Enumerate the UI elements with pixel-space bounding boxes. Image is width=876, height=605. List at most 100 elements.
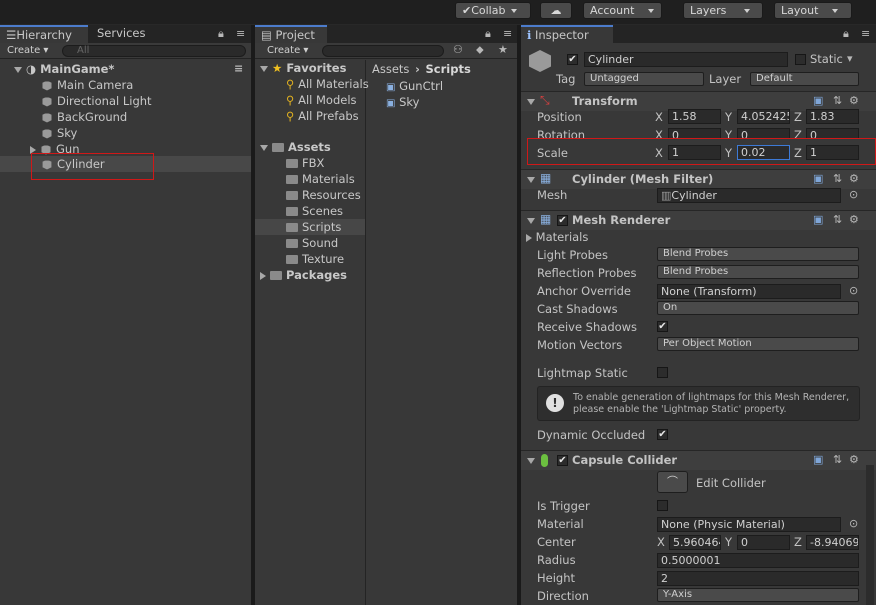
menu-icon[interactable]: ≡: [236, 28, 245, 40]
object-picker-icon[interactable]: ⊙: [849, 285, 858, 297]
chevron-down-icon[interactable]: ▾: [847, 53, 853, 65]
expand-icon[interactable]: [260, 65, 268, 72]
label-icon[interactable]: ⬥: [476, 44, 484, 56]
cloud-button[interactable]: ☁: [540, 2, 572, 19]
scale-y-field[interactable]: 0.02: [737, 145, 790, 160]
position-z-field[interactable]: 1.83: [806, 109, 859, 124]
star-icon[interactable]: ★: [498, 44, 508, 56]
tag-dropdown[interactable]: Untagged: [584, 72, 704, 86]
project-search-input[interactable]: [322, 45, 444, 57]
object-picker-icon[interactable]: ⊙: [849, 189, 858, 201]
reflection-probes-dropdown[interactable]: Blend Probes: [657, 265, 859, 279]
favorites-row[interactable]: ★ Favorites: [260, 60, 346, 76]
list-item[interactable]: Sky: [42, 125, 77, 141]
list-item[interactable]: BackGround: [42, 109, 127, 125]
material-field[interactable]: None (Physic Material): [657, 517, 841, 532]
expand-icon[interactable]: [526, 233, 532, 242]
scale-x-field[interactable]: 1: [668, 145, 721, 160]
receive-shadows-checkbox[interactable]: ✔: [657, 321, 668, 332]
list-item[interactable]: ▣ GunCtrl: [386, 78, 443, 94]
gear-icon[interactable]: ⚙: [849, 95, 859, 107]
create-button[interactable]: Create ▾: [4, 44, 51, 58]
collab-button[interactable]: ✔Collab: [455, 2, 531, 19]
expand-icon[interactable]: [14, 66, 22, 73]
preset-icon[interactable]: ⇅: [833, 214, 842, 226]
anchor-override-field[interactable]: None (Transform): [657, 284, 841, 299]
expand-icon[interactable]: [527, 458, 535, 464]
list-item[interactable]: ▣ Sky: [386, 94, 419, 110]
tab-hierarchy[interactable]: ☰Hierarchy: [0, 25, 88, 43]
radius-field[interactable]: 0.5000001: [657, 553, 859, 568]
cast-shadows-dropdown[interactable]: On: [657, 301, 859, 315]
list-item[interactable]: ⚲ All Materials: [286, 76, 369, 92]
list-item[interactable]: Directional Light: [42, 93, 152, 109]
position-y-field[interactable]: 4.052425: [737, 109, 790, 124]
expand-icon[interactable]: [260, 144, 268, 151]
list-item[interactable]: Resources: [286, 187, 361, 203]
list-item[interactable]: Sound: [286, 235, 338, 251]
center-z-field[interactable]: -8.94069: [806, 535, 859, 550]
motion-vectors-dropdown[interactable]: Per Object Motion: [657, 337, 859, 351]
direction-dropdown[interactable]: Y-Axis: [657, 588, 859, 602]
height-field[interactable]: 2: [657, 571, 859, 586]
list-item[interactable]: Texture: [286, 251, 344, 267]
transform-header[interactable]: ⤡ Transform ▣ ⇅ ⚙: [521, 91, 876, 111]
gear-icon[interactable]: ⚙: [849, 214, 859, 226]
mesh-field[interactable]: ▥Cylinder: [657, 188, 841, 203]
layers-button[interactable]: Layers: [683, 2, 763, 19]
enabled-checkbox[interactable]: ✔: [557, 455, 568, 466]
lock-icon[interactable]: 🔒︎: [485, 28, 491, 40]
list-item[interactable]: FBX: [286, 155, 324, 171]
object-picker-icon[interactable]: ⊙: [849, 518, 858, 530]
tab-services[interactable]: Services: [91, 25, 152, 43]
expand-icon[interactable]: [527, 218, 535, 224]
gear-icon[interactable]: ⚙: [849, 173, 859, 185]
list-item[interactable]: ⚲ All Prefabs: [286, 108, 359, 124]
help-icon[interactable]: ▣: [813, 173, 823, 185]
enabled-checkbox[interactable]: ✔: [557, 215, 568, 226]
mesh-filter-header[interactable]: ▦ Cylinder (Mesh Filter) ▣ ⇅ ⚙: [521, 169, 876, 189]
breadcrumb-scripts[interactable]: Scripts: [426, 62, 471, 76]
edit-collider-button[interactable]: ⌒: [657, 471, 688, 493]
object-name-field[interactable]: Cylinder: [584, 52, 788, 67]
scene-row[interactable]: ◑ MainGame* ≡: [14, 61, 251, 77]
breadcrumb-assets[interactable]: Assets: [372, 62, 409, 76]
active-checkbox[interactable]: ✔: [567, 54, 578, 65]
project-split[interactable]: [365, 60, 366, 605]
materials-foldout[interactable]: Materials: [526, 229, 588, 245]
gear-icon[interactable]: ⚙: [849, 454, 859, 466]
assets-row[interactable]: Assets: [260, 139, 331, 155]
expand-icon[interactable]: [260, 271, 266, 280]
lightmap-static-checkbox[interactable]: [657, 367, 668, 378]
list-item[interactable]: Scenes: [286, 203, 343, 219]
packages-row[interactable]: Packages: [260, 267, 347, 283]
scale-z-field[interactable]: 1: [806, 145, 859, 160]
preset-icon[interactable]: ⇅: [833, 454, 842, 466]
menu-icon[interactable]: ≡: [861, 28, 870, 40]
list-item[interactable]: Materials: [286, 171, 355, 187]
tab-project[interactable]: ▤ Project: [255, 25, 327, 43]
help-icon[interactable]: ▣: [813, 95, 823, 107]
expand-icon[interactable]: [527, 177, 535, 183]
preset-icon[interactable]: ⇅: [833, 173, 842, 185]
tab-inspector[interactable]: ℹ Inspector: [521, 25, 613, 43]
preset-icon[interactable]: ⇅: [833, 95, 842, 107]
list-item[interactable]: ⚲ All Models: [286, 92, 357, 108]
list-item-selected[interactable]: Scripts: [286, 219, 341, 235]
layer-dropdown[interactable]: Default: [750, 72, 859, 86]
create-button[interactable]: Create ▾: [264, 44, 311, 58]
help-icon[interactable]: ▣: [813, 214, 823, 226]
help-icon[interactable]: ▣: [813, 454, 823, 466]
position-x-field[interactable]: 1.58: [668, 109, 721, 124]
layout-button[interactable]: Layout: [774, 2, 852, 19]
account-button[interactable]: Account: [583, 2, 662, 19]
hierarchy-search-input[interactable]: All: [62, 45, 246, 57]
dynamic-occluded-checkbox[interactable]: ✔: [657, 429, 668, 440]
is-trigger-checkbox[interactable]: [657, 500, 668, 511]
center-x-field[interactable]: 5.960464: [669, 535, 721, 550]
expand-icon[interactable]: [527, 99, 535, 105]
lock-icon[interactable]: 🔒︎: [843, 28, 849, 40]
menu-icon[interactable]: ≡: [503, 28, 512, 40]
center-y-field[interactable]: 0: [737, 535, 790, 550]
list-item[interactable]: Main Camera: [42, 77, 133, 93]
